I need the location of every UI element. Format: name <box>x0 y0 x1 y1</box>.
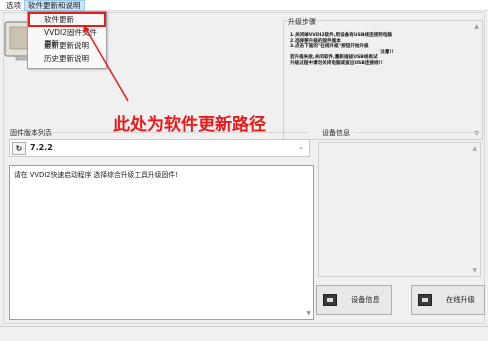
device-info-box: ▲ ▼ <box>318 142 481 277</box>
menu-item-history-notes[interactable]: 历史更新说明 <box>30 53 104 64</box>
menu-bar: 选项 软件更新和说明 <box>0 0 488 11</box>
divider <box>354 132 480 133</box>
software-update-dropdown: 软件更新 VVDI2固件文件更新 最新更新说明 历史更新说明 <box>27 11 107 69</box>
refresh-icon[interactable]: ↻ <box>12 142 26 155</box>
scroll-up-icon[interactable]: ▲ <box>472 145 477 152</box>
device-info-button[interactable]: 设备信息 <box>316 285 392 315</box>
upgrade-steps-text: 1.关闭掉VVDI2软件,用设备有USB线连接到电脑 2.选择要升级的固件版本 … <box>290 33 470 67</box>
device-info-label: 设备信息 <box>322 129 350 137</box>
scroll-down-icon[interactable]: ▼ <box>306 310 311 317</box>
device-info-button-label: 设备信息 <box>351 295 380 304</box>
device-info-icon <box>323 294 337 306</box>
firmware-log-text: 请在 VVDI2快速启动程序 选择综合升级工具升级固件! <box>14 171 178 179</box>
firmware-log-textarea[interactable]: 请在 VVDI2快速启动程序 选择综合升级工具升级固件! ▼ <box>9 165 314 320</box>
menu-item-software-update[interactable]: 软件更新 <box>28 12 106 27</box>
online-upgrade-button-label: 在线升级 <box>446 295 475 304</box>
online-upgrade-button[interactable]: 在线升级 <box>411 285 485 315</box>
firmware-list-label: 固件版本列表 <box>10 129 52 137</box>
menu-item-latest-notes[interactable]: 最新更新说明 <box>30 40 104 51</box>
firmware-version-select[interactable]: ↻ 7.2.2 ⌄ <box>9 139 310 157</box>
scroll-down-icon[interactable]: ▼ <box>472 267 477 274</box>
step-line: 升级过程中请勿关闭电脑或拔出USB连接线!! <box>290 60 383 66</box>
online-upgrade-icon <box>418 294 432 306</box>
scroll-up-icon[interactable]: ▲ <box>474 23 479 30</box>
menu-software-update[interactable]: 软件更新和说明 <box>24 0 85 11</box>
upgrade-steps-title: 升级步骤 <box>287 17 317 27</box>
status-bar <box>0 326 488 341</box>
dropdown-caret-icon[interactable]: ⌄ <box>298 143 304 151</box>
upgrade-steps-panel: 升级步骤 1.关闭掉VVDI2软件,用设备有USB线连接到电脑 2.选择要升级的… <box>283 17 483 140</box>
menu-item-firmware-update[interactable]: VVDI2固件文件更新 <box>30 27 104 48</box>
annotation-text: 此处为软件更新路径 <box>113 115 266 135</box>
firmware-version-value: 7.2.2 <box>30 143 53 152</box>
menu-options[interactable]: 选项 <box>3 0 24 11</box>
